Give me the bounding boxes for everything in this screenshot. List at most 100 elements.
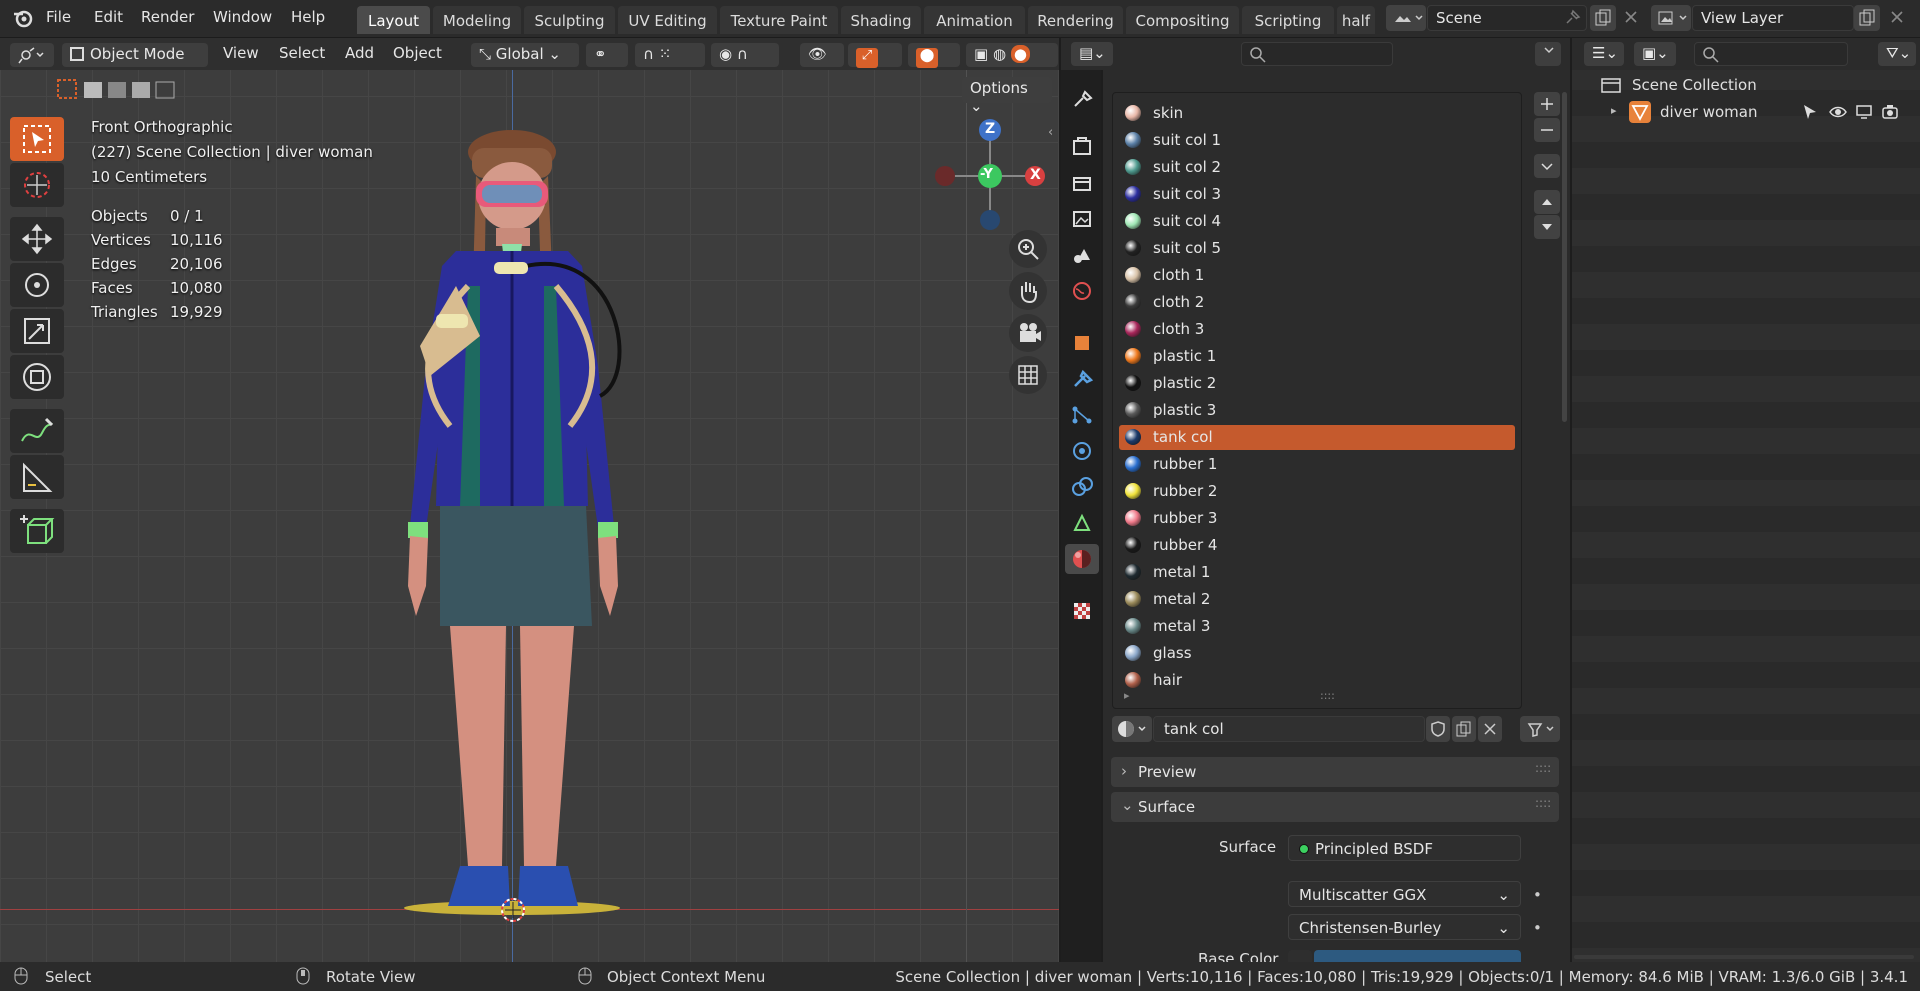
view-layer-selector-button[interactable] [1651,5,1691,31]
tab-texture-paint[interactable]: Texture Paint [720,6,838,34]
material-slot-row[interactable]: suit col 2 [1119,155,1515,180]
delete-scene-icon[interactable] [1622,8,1640,26]
list-filter-toggle-icon[interactable]: ▸ [1124,689,1130,702]
material-slot-row[interactable]: suit col 4 [1119,209,1515,234]
transform-orientation-dropdown[interactable]: ⤡ Global ⌄ [471,43,579,67]
fake-user-shield-icon[interactable] [1426,716,1450,742]
material-slot-row[interactable]: plastic 1 [1119,344,1515,369]
material-slot-row[interactable]: rubber 2 [1119,479,1515,504]
outliner[interactable] [1572,38,1920,962]
scene-selector-button[interactable] [1386,5,1426,31]
menu-select[interactable]: Select [279,44,325,62]
material-slot-row[interactable]: glass [1119,641,1515,666]
scale-tool[interactable] [10,309,64,353]
proportional-editing-button[interactable]: ◉ ∩ [711,43,779,67]
pin-icon[interactable] [1563,9,1581,27]
selection-mode-buttons[interactable] [56,78,186,100]
browse-material-button[interactable] [1112,716,1152,742]
editor-type-button[interactable] [10,43,54,67]
add-cube-tool[interactable] [10,509,64,553]
monitor-icon[interactable] [1854,102,1874,122]
move-tool[interactable] [10,217,64,261]
properties-options-button[interactable] [1535,42,1561,66]
overlays-button[interactable]: ⬤ [908,43,960,68]
material-slot-row[interactable]: plastic 2 [1119,371,1515,396]
drag-handle-icon[interactable]: :::: [1535,761,1551,775]
zoom-button[interactable] [1009,230,1047,268]
output-tab-icon[interactable] [1065,168,1099,198]
tab-layout[interactable]: Layout [357,6,430,34]
camera-view-icon[interactable] [1009,314,1047,352]
surface-shader-dropdown[interactable]: Principled BSDF [1288,835,1521,861]
subsurface-method-dropdown[interactable]: Christensen-Burley ⌄ [1288,914,1521,940]
transform-tool[interactable] [10,355,64,399]
object-tab-icon[interactable] [1065,328,1099,358]
filter-button[interactable]: ⛛⌄ [1878,42,1916,66]
diver-woman-model[interactable] [360,126,660,966]
material-slot-row[interactable]: hair [1119,668,1515,693]
particles-tab-icon[interactable] [1065,400,1099,430]
scene-collection-label[interactable]: Scene Collection [1632,76,1757,94]
tab-uv-editing[interactable]: UV Editing [618,6,717,34]
cursor-tool[interactable] [10,163,64,207]
base-color-field[interactable] [1288,948,1521,962]
tab-compositing[interactable]: Compositing [1126,6,1239,34]
move-slot-up-button[interactable] [1534,190,1560,214]
add-material-slot-button[interactable] [1534,92,1560,116]
drag-handle-icon[interactable]: :::: [1535,796,1551,810]
texture-tab-icon[interactable] [1065,596,1099,626]
list-resize-handle[interactable]: :::: [1320,689,1335,702]
pivot-point-button[interactable]: ⚭ [586,43,628,67]
data-tab-icon[interactable] [1065,508,1099,538]
material-slot-row[interactable]: rubber 4 [1119,533,1515,558]
tab-sculpting[interactable]: Sculpting [524,6,615,34]
render-tab-icon[interactable] [1065,132,1099,162]
unlink-material-icon[interactable] [1478,716,1502,742]
tab-modeling[interactable]: Modeling [433,6,521,34]
menu-add[interactable]: Add [345,44,374,62]
material-slot-row[interactable]: cloth 2 [1119,290,1515,315]
menu-edit[interactable]: Edit [94,8,123,26]
material-name-field[interactable]: tank col [1153,716,1425,742]
material-slot-row[interactable]: plastic 3 [1119,398,1515,423]
outliner-search-input[interactable] [1694,42,1848,66]
shading-modes[interactable]: ▣ ◍ ● [966,43,1058,67]
menu-file[interactable]: File [46,8,71,26]
options-dropdown[interactable]: Options ⌄ [962,77,1052,115]
measure-tool[interactable] [10,455,64,499]
material-specials-button[interactable] [1534,154,1560,178]
annotate-tool[interactable] [10,409,64,453]
material-slot-row[interactable]: skin [1119,101,1515,126]
preview-panel-header[interactable]: › Preview :::: [1111,757,1559,787]
tab-rendering[interactable]: Rendering [1028,6,1123,34]
menu-render[interactable]: Render [141,8,194,26]
surface-panel-header[interactable]: ⌄ Surface :::: [1111,792,1559,822]
display-mode-button[interactable]: ▣⌄ [1634,42,1676,66]
selectable-arrow-icon[interactable] [1801,102,1819,122]
outliner-editor-type-button[interactable]: ☰⌄ [1584,42,1624,66]
material-slot-row[interactable]: cloth 3 [1119,317,1515,342]
properties-editor-type-button[interactable]: ▤⌄ [1071,42,1113,66]
new-scene-icon[interactable] [1590,5,1616,31]
material-slot-row[interactable]: metal 3 [1119,614,1515,639]
tab-animation[interactable]: Animation [924,6,1025,34]
menu-object[interactable]: Object [393,44,442,62]
material-slot-row[interactable]: metal 1 [1119,560,1515,585]
material-slot-row[interactable]: metal 2 [1119,587,1515,612]
new-material-icon[interactable] [1452,716,1476,742]
ortho-grid-icon[interactable] [1009,356,1047,394]
material-slot-row[interactable]: tank col [1119,425,1515,450]
eye-icon[interactable] [1828,102,1848,122]
world-tab-icon[interactable] [1065,276,1099,306]
snap-button[interactable]: ∩ ⁙ [635,43,705,67]
blender-logo-icon[interactable] [12,8,34,28]
new-view-layer-icon[interactable] [1854,5,1880,31]
menu-help[interactable]: Help [291,8,325,26]
properties-search-input[interactable] [1241,42,1393,66]
expand-arrow-icon[interactable]: ▸ [1611,104,1617,117]
material-slot-row[interactable]: rubber 3 [1119,506,1515,531]
tab-scripting[interactable]: Scripting [1242,6,1334,34]
move-slot-down-button[interactable] [1534,215,1560,239]
outliner-scrollbar[interactable] [1574,955,1914,959]
modifier-tab-icon[interactable] [1065,364,1099,394]
